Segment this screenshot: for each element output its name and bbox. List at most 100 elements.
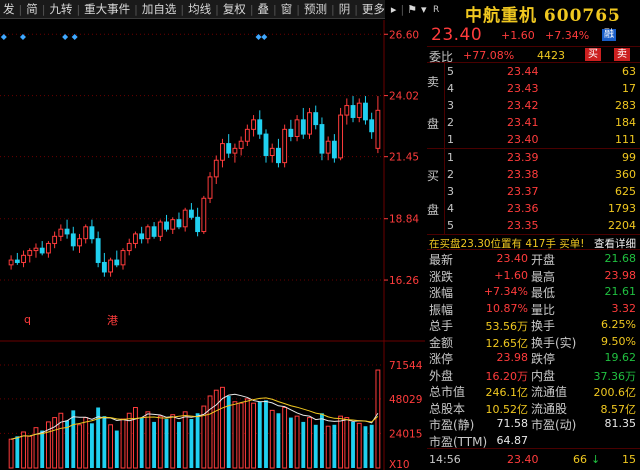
- commission-ratio-row: 委比 +77.08% 4423 买 卖: [427, 46, 640, 64]
- event-diamond-icon[interactable]: [0, 34, 7, 40]
- stat-value: 21.61: [604, 285, 637, 298]
- bid-level-volume: 360: [615, 168, 636, 181]
- r-badge: R: [433, 5, 440, 15]
- event-diamond-icon[interactable]: [19, 34, 26, 40]
- ask-level-volume: 63: [622, 65, 636, 78]
- toolbar-jiuzhuan-button[interactable]: 九转: [46, 1, 75, 17]
- ask-level-row[interactable]: 3 23.42 283: [427, 97, 640, 114]
- toolbar-overlay-button[interactable]: 叠: [255, 1, 273, 17]
- stat-label: 涨停: [429, 352, 454, 366]
- toolbar-window-button[interactable]: 窗: [278, 1, 296, 17]
- candle-body: [64, 228, 70, 235]
- candle-body: [157, 221, 163, 237]
- toolbar-more-button[interactable]: 更多: [359, 1, 388, 17]
- bid-level-row[interactable]: 3 23.37 625: [427, 183, 640, 200]
- toolbar-add-watchlist-button[interactable]: 加自选: [139, 1, 180, 17]
- volume-bar: [8, 438, 14, 469]
- ask-level-row[interactable]: 4 23.43 17: [427, 80, 640, 97]
- view-details-link[interactable]: 查看详细: [594, 236, 636, 251]
- stat-label: 量比: [531, 302, 556, 317]
- candle-body: [14, 259, 20, 263]
- volume-bar: [244, 398, 250, 469]
- candle-body: [101, 261, 107, 273]
- candle-body: [226, 143, 232, 154]
- stat-row: 市盈(静) 71.58 市盈(动) 81.35: [427, 415, 640, 432]
- bid-level-number: 4: [447, 202, 454, 215]
- stat-row: 总股本 10.52亿 流通股 8.57亿: [427, 399, 640, 416]
- toolbar-shade-button[interactable]: 阴: [336, 1, 354, 17]
- flag-icon[interactable]: ⚑: [405, 3, 419, 16]
- stat-value: 81.35: [604, 417, 637, 430]
- volume-bar: [344, 417, 350, 469]
- ask-level-number: 1: [447, 133, 454, 146]
- candle-body: [27, 250, 33, 256]
- chevron-right-icon[interactable]: ▸: [388, 3, 400, 16]
- stat-row: 外盘 16.20万 内盘 37.36万: [427, 366, 640, 383]
- buy-button[interactable]: 买: [585, 48, 601, 61]
- toolbar-jian-button[interactable]: 简: [23, 1, 41, 17]
- bid-level-row[interactable]: 4 23.36 1793: [427, 200, 640, 217]
- toolbar-ma-button[interactable]: 均线: [185, 1, 214, 17]
- volume-bar: [152, 421, 157, 468]
- order-alert-text: 在买盘23.30位置有 417手 买单!: [429, 238, 585, 250]
- price-tick-label: 24.02: [389, 91, 419, 103]
- volume-bar: [356, 422, 362, 469]
- stat-row: 涨幅 +7.34% 最低 21.61: [427, 283, 640, 300]
- candle-body: [201, 197, 207, 233]
- volume-bar: [102, 416, 107, 468]
- candle-body: [288, 128, 294, 137]
- candle-body: [263, 133, 269, 156]
- price-change: +1.60: [501, 29, 535, 42]
- bid-level-row[interactable]: 2 23.38 360: [427, 166, 640, 183]
- candle-body: [120, 250, 126, 266]
- bid-level-number: 5: [447, 219, 454, 232]
- price-tick-label: 21.45: [389, 152, 419, 164]
- volume-bar: [40, 430, 45, 468]
- stat-label: 涨跌: [429, 269, 454, 284]
- candle-body: [369, 119, 375, 133]
- stat-label: 振幅: [429, 302, 454, 317]
- event-marker-hk[interactable]: 港: [107, 314, 118, 327]
- toolbar-adjust-button[interactable]: 复权: [220, 1, 249, 17]
- candle-body: [164, 221, 169, 230]
- stock-title: 中航重机 600765: [465, 6, 621, 26]
- stat-value: 6.25%: [601, 318, 636, 331]
- stat-label: 最新: [429, 253, 454, 267]
- stat-value: 23.98: [496, 351, 529, 364]
- volume-bar: [213, 389, 219, 469]
- candle-body: [182, 209, 188, 228]
- bid-level-row[interactable]: 5 23.35 2204: [427, 217, 640, 234]
- volume-bar: [120, 418, 126, 469]
- toolbar-forecast-button[interactable]: 预测: [301, 1, 330, 17]
- candle-body: [275, 147, 281, 164]
- candle-body: [126, 242, 132, 252]
- bid-level-price: 23.36: [507, 202, 539, 215]
- volume-bar: [294, 415, 300, 469]
- kline-chart[interactable]: 26.60 24.02 21.45 18.84 16.26 71544 48029 24015…: [0, 20, 425, 470]
- kline-chart-canvas[interactable]: 26.60 24.02 21.45 18.84 16.26 71544 48029 24015…: [0, 20, 425, 470]
- event-diamond-icon[interactable]: [261, 34, 268, 40]
- bid-level-volume: 1793: [608, 202, 636, 215]
- price-change-pct: +7.34%: [545, 29, 590, 42]
- ask-level-row[interactable]: 1 23.40 111: [427, 131, 640, 148]
- stat-label: 最高: [531, 269, 556, 284]
- arrow-down-icon: ↓: [591, 453, 601, 466]
- ask-level-row[interactable]: 2 23.41 184: [427, 114, 640, 131]
- stat-label: 流通值: [531, 385, 568, 399]
- sell-button[interactable]: 卖: [614, 48, 630, 61]
- candle-body: [151, 226, 157, 237]
- event-diamond-icon[interactable]: [71, 34, 78, 40]
- price-tick-label: 18.84: [389, 214, 419, 226]
- bid-level-row[interactable]: 1 23.39 99: [427, 149, 640, 166]
- event-marker-q[interactable]: q: [24, 313, 31, 326]
- toolbar-fa-button[interactable]: 发: [0, 1, 18, 17]
- volume-bar: [282, 406, 288, 469]
- ask-level-row[interactable]: 5 23.44 63: [427, 63, 640, 80]
- event-diamond-icon[interactable]: [255, 34, 262, 40]
- toolbar-major-events-button[interactable]: 重大事件: [81, 1, 133, 17]
- volume-bar: [83, 417, 89, 469]
- volume-bar: [157, 415, 163, 469]
- candle-body: [319, 124, 325, 154]
- event-diamond-icon[interactable]: [62, 34, 69, 40]
- candle-body: [89, 226, 95, 240]
